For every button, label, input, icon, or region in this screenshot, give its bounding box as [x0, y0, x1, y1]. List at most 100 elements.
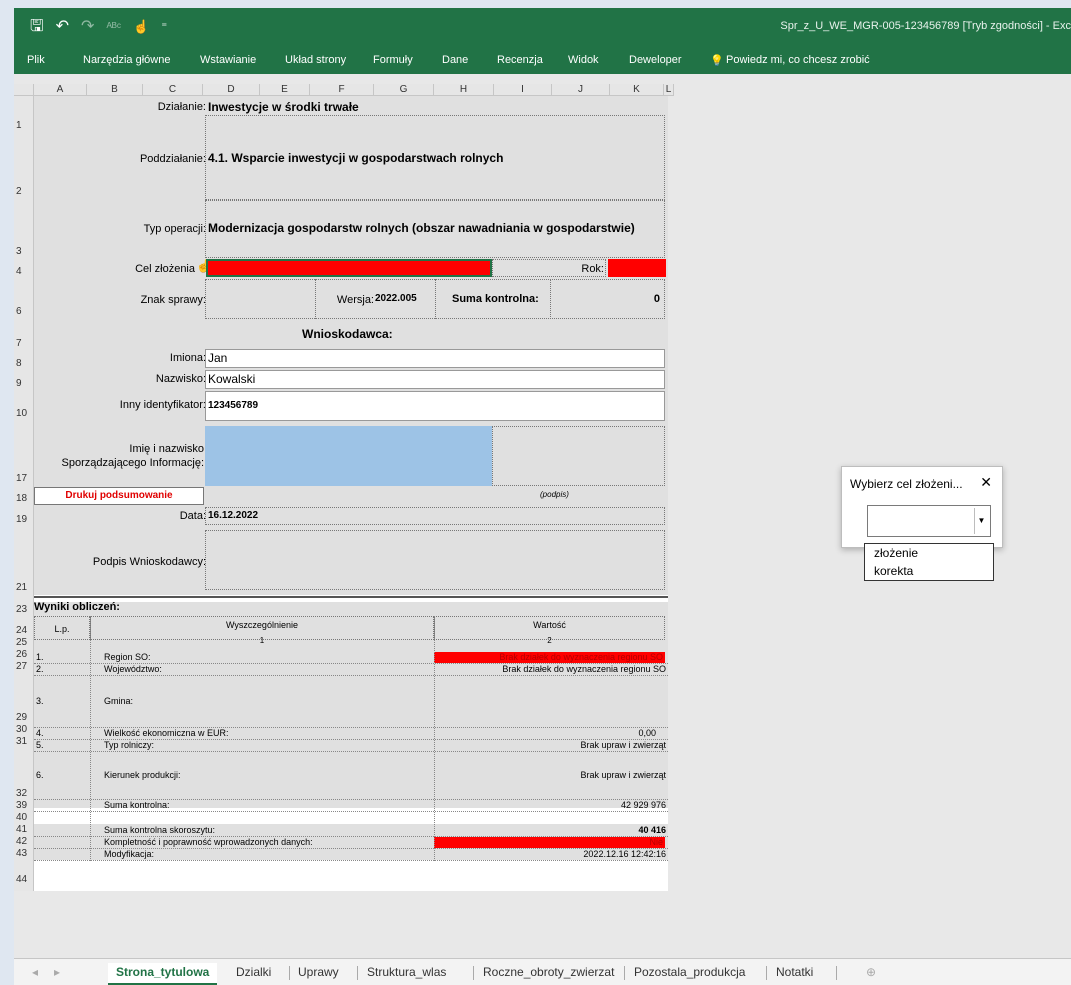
row-header[interactable]: 31 [14, 736, 34, 747]
chevron-down-icon[interactable]: ▼ [974, 508, 988, 534]
cel-zlozenia-input[interactable] [206, 259, 492, 277]
tab-formuly[interactable]: Formuły [373, 54, 413, 66]
table-row[interactable]: 4. Wielkość ekonomiczna w EUR: 0,00 [34, 728, 668, 740]
row-header[interactable]: 10 [14, 408, 34, 419]
column-header[interactable]: E [260, 84, 310, 96]
tab-widok[interactable]: Widok [568, 54, 599, 66]
poddzialanie-value[interactable]: 4.1. Wsparcie inwestycji w gospodarstwac… [208, 151, 503, 165]
tab-roczne-obroty-zwierzat[interactable]: Roczne_obroty_zwierzat [483, 965, 614, 979]
drukuj-podsumowanie-button[interactable]: Drukuj podsumowanie [34, 487, 204, 505]
column-header[interactable]: A [34, 84, 87, 96]
scroll-left-icon[interactable]: ◂ [32, 965, 38, 979]
row-header[interactable]: 19 [14, 514, 34, 525]
row-header[interactable]: 41 [14, 824, 34, 835]
cel-zlozenia-combobox[interactable]: ▼ [867, 505, 991, 537]
column-header[interactable]: H [434, 84, 494, 96]
column-header[interactable]: L [664, 84, 674, 96]
row-header[interactable]: 6 [14, 306, 34, 317]
column-header[interactable]: J [552, 84, 610, 96]
table-row[interactable]: Modyfikacja: 2022.12.16 12:42:16 [34, 849, 668, 861]
row-header[interactable]: 7 [14, 338, 34, 349]
row-header[interactable]: 42 [14, 836, 34, 847]
col-lp-header: L.p. [34, 616, 90, 640]
column-header[interactable]: C [143, 84, 203, 96]
nazwisko-input[interactable]: Kowalski [205, 370, 665, 389]
dzialanie-value[interactable]: Inwestycje w środki trwałe [208, 100, 359, 114]
tab-strona-tytulowa[interactable]: Strona_tytulowa [108, 963, 218, 985]
row-header[interactable]: 23 [14, 604, 34, 615]
imiona-input[interactable]: Jan [205, 349, 665, 368]
table-row[interactable]: 3. Gmina: [34, 676, 668, 728]
option-zlozenie[interactable]: złożenie [865, 544, 993, 562]
column-header[interactable]: G [374, 84, 434, 96]
worksheet-grid[interactable]: Działanie: Inwestycje w środki trwałe Po… [34, 96, 668, 891]
tab-deweloper[interactable]: Deweloper [629, 54, 682, 66]
data-value[interactable]: 16.12.2022 [208, 510, 258, 521]
table-row[interactable]: Suma kontrolna: 42 929 976 [34, 800, 668, 812]
customize-qat-icon[interactable]: ⁼ [161, 18, 167, 36]
scroll-right-icon[interactable]: ▸ [54, 965, 60, 979]
row-header[interactable]: 1 [14, 120, 34, 131]
column-header[interactable]: K [610, 84, 664, 96]
row-header[interactable]: 40 [14, 812, 34, 823]
cel-zlozenia-dropdown-list: złożenie korekta [864, 543, 994, 581]
row-header[interactable]: 44 [14, 874, 34, 885]
column-header[interactable]: D [203, 84, 260, 96]
tab-dane[interactable]: Dane [442, 54, 468, 66]
row-value: 42 929 976 [620, 800, 666, 810]
row-header[interactable]: 39 [14, 800, 34, 811]
column-header[interactable]: B [87, 84, 143, 96]
column-header[interactable]: I [494, 84, 552, 96]
column-header[interactable]: F [310, 84, 374, 96]
row-header[interactable]: 17 [14, 473, 34, 484]
table-row[interactable]: Kompletność i poprawność wprowadzonych d… [34, 837, 668, 849]
undo-icon[interactable]: ↶ [56, 18, 69, 36]
table-row[interactable]: Suma kontrolna skoroszytu: 40 416 [34, 825, 668, 837]
row-header[interactable]: 18 [14, 493, 34, 504]
add-sheet-icon[interactable]: ⊕ [866, 965, 876, 979]
tab-dzialki[interactable]: Dzialki [236, 965, 271, 979]
tell-me-search[interactable]: Powiedz mi, co chcesz zrobić [726, 54, 870, 66]
row-header[interactable]: 29 [14, 712, 34, 723]
sporzadzajacy-input[interactable] [205, 426, 492, 486]
row-header[interactable]: 26 [14, 649, 34, 660]
row-header[interactable]: 27 [14, 661, 34, 672]
tab-uklad-strony[interactable]: Układ strony [285, 54, 346, 66]
row-header[interactable]: 9 [14, 378, 34, 389]
table-row[interactable]: 6. Kierunek produkcji: Brak upraw i zwie… [34, 752, 668, 800]
touch-mode-icon[interactable]: ☝ [133, 18, 149, 36]
row-header[interactable]: 24 [14, 625, 34, 636]
tab-pozostala-produkcja[interactable]: Pozostala_produkcja [634, 965, 745, 979]
table-row[interactable]: 1. Region SO: Brak działek do wyznaczeni… [34, 652, 668, 664]
redo-icon[interactable]: ↷ [81, 18, 94, 36]
row-header[interactable]: 2 [14, 186, 34, 197]
tab-recenzja[interactable]: Recenzja [497, 54, 543, 66]
typ-operacji-value[interactable]: Modernizacja gospodarstw rolnych (obszar… [208, 221, 635, 235]
row-header[interactable]: 8 [14, 358, 34, 369]
row-header[interactable]: 4 [14, 266, 34, 277]
row-header[interactable]: 32 [14, 788, 34, 799]
table-row[interactable]: 5. Typ rolniczy: Brak upraw i zwierząt [34, 740, 668, 752]
podpis-wnioskodawcy-label: Podpis Wnioskodawcy: [92, 556, 206, 568]
save-icon[interactable]: 🖫 [30, 18, 44, 36]
row-header[interactable]: 21 [14, 582, 34, 593]
select-all-corner[interactable] [14, 84, 34, 96]
table-row[interactable]: 2. Województwo: Brak działek do wyznacze… [34, 664, 668, 676]
spelling-icon[interactable]: ᴬᴮᶜ [106, 18, 121, 36]
tab-plik[interactable]: Plik [27, 54, 45, 66]
rok-input[interactable] [608, 259, 666, 277]
tab-notatki[interactable]: Notatki [776, 965, 813, 979]
col-wartosc-label: Wartość [533, 620, 566, 630]
tab-wstawianie[interactable]: Wstawianie [200, 54, 256, 66]
row-header[interactable]: 25 [14, 637, 34, 648]
option-korekta[interactable]: korekta [865, 562, 993, 580]
tab-uprawy[interactable]: Uprawy [298, 965, 339, 979]
row-name: Modyfikacja: [104, 849, 155, 859]
row-header[interactable]: 43 [14, 848, 34, 859]
row-header[interactable]: 3 [14, 246, 34, 257]
tab-struktura-wlas[interactable]: Struktura_wlas [367, 965, 446, 979]
inny-identyfikator-input[interactable]: 123456789 [205, 391, 665, 421]
close-icon[interactable]: ✕ [980, 474, 992, 491]
tab-narzedzia-glowne[interactable]: Narzędzia główne [83, 54, 170, 66]
row-header[interactable]: 30 [14, 724, 34, 735]
